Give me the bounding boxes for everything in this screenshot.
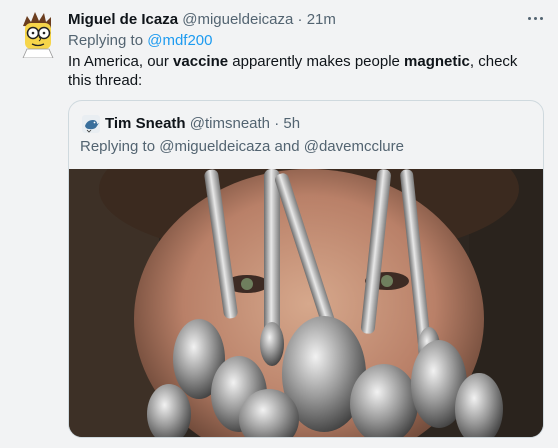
replying-and: and xyxy=(270,138,304,155)
author-handle[interactable]: @migueldeicaza xyxy=(182,11,293,28)
separator-dot: · xyxy=(297,11,303,28)
quoted-timestamp[interactable]: 5h xyxy=(283,115,300,132)
quoted-author-name[interactable]: Tim Sneath xyxy=(105,115,186,132)
tweet-text-bold: magnetic xyxy=(404,53,470,70)
quoted-tweet-image[interactable] xyxy=(69,169,544,438)
tweet-text-bold: vaccine xyxy=(173,53,229,70)
replying-to-user: @davemcclure xyxy=(303,138,404,155)
replying-prefix: Replying to xyxy=(68,32,148,49)
cartoon-avatar-icon[interactable] xyxy=(17,10,57,58)
quoted-replying-to: Replying to @migueldeicaza and @davemccl… xyxy=(80,137,404,157)
replying-prefix: Replying to xyxy=(80,138,160,155)
more-options-icon[interactable] xyxy=(527,12,545,26)
quoted-author-handle[interactable]: @timsneath xyxy=(190,115,270,132)
tweet-timestamp[interactable]: 21m xyxy=(307,11,336,28)
author-name[interactable]: Miguel de Icaza xyxy=(68,11,178,28)
replying-to-user: @migueldeicaza xyxy=(159,138,271,155)
tweet[interactable]: Miguel de Icaza @migueldeicaza · 21m Rep… xyxy=(0,0,558,448)
replying-to-link[interactable]: @mdf200 xyxy=(147,32,212,49)
separator-dot: · xyxy=(274,115,280,132)
tweet-text-part: In America, our xyxy=(68,53,174,70)
bird-avatar-icon xyxy=(82,115,100,133)
quoted-tweet[interactable]: Tim Sneath @timsneath · 5h Replying to @… xyxy=(68,100,544,438)
quoted-tweet-header: Tim Sneath @timsneath · 5h xyxy=(105,114,300,134)
tweet-header: Miguel de Icaza @migueldeicaza · 21m xyxy=(68,10,336,30)
tweet-text-part: apparently makes people xyxy=(228,53,405,70)
tweet-text: In America, our vaccine apparently makes… xyxy=(68,52,538,90)
replying-to: Replying to @mdf200 xyxy=(68,31,212,51)
